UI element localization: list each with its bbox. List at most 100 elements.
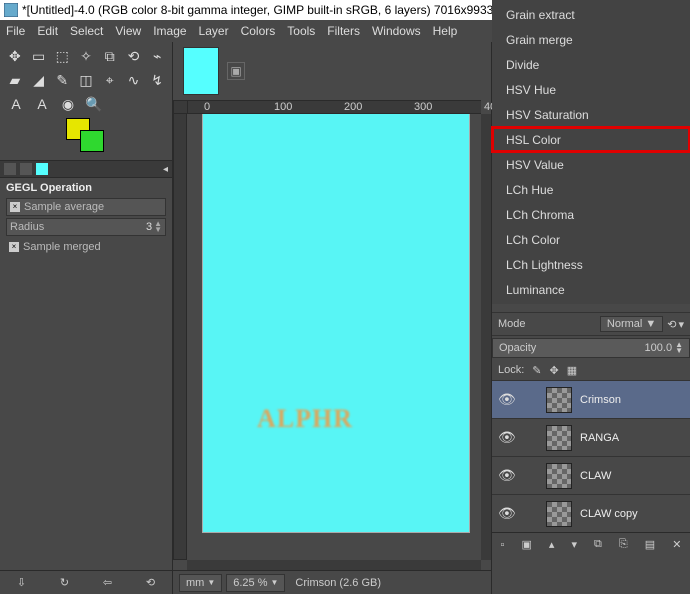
- new-group-icon[interactable]: ▣: [521, 538, 531, 551]
- free-select-icon[interactable]: ⬚: [53, 46, 71, 66]
- menu-tools[interactable]: Tools: [287, 24, 315, 38]
- mode-lch-hue[interactable]: LCh Hue: [492, 177, 690, 202]
- left-dock: ✥ ▭ ⬚ ✧ ⧉ ⟲ ⌁ ▰ ◢ ✎ ◫ ⌖ ∿ ↯ A A ◉ 🔍: [0, 42, 172, 594]
- menu-select[interactable]: Select: [70, 24, 103, 38]
- radius-input[interactable]: Radius 3 ▲▼: [6, 218, 166, 236]
- delete-preset-icon[interactable]: ⇦: [103, 576, 112, 589]
- vertical-scrollbar[interactable]: [481, 114, 491, 560]
- dock-tabs: ◂: [0, 160, 172, 178]
- layer-mode-selector[interactable]: Normal ▼: [600, 316, 663, 332]
- horizontal-scrollbar[interactable]: [187, 560, 481, 570]
- eraser-icon[interactable]: ◫: [77, 70, 95, 90]
- dock-menu-icon[interactable]: ◂: [163, 164, 168, 175]
- menu-filters[interactable]: Filters: [327, 24, 360, 38]
- pencil-icon[interactable]: ✎: [53, 70, 71, 90]
- canvas[interactable]: ALPHR: [203, 114, 469, 532]
- menu-edit[interactable]: Edit: [37, 24, 58, 38]
- mode-hsv-hue[interactable]: HSV Hue: [492, 77, 690, 102]
- mode-divide[interactable]: Divide: [492, 52, 690, 77]
- new-layer-icon[interactable]: ▫: [501, 539, 505, 551]
- raise-layer-icon[interactable]: ▴: [549, 538, 555, 551]
- layer-row[interactable]: 👁 CLAW copy: [492, 494, 690, 532]
- mode-luminance[interactable]: Luminance: [492, 277, 690, 302]
- warp-icon[interactable]: ⌁: [148, 46, 166, 66]
- image-thumbnail[interactable]: [183, 47, 219, 95]
- mode-lch-chroma[interactable]: LCh Chroma: [492, 202, 690, 227]
- layer-thumbnail[interactable]: [546, 501, 572, 527]
- rect-select-icon[interactable]: ▭: [30, 46, 48, 66]
- layer-name[interactable]: Crimson: [580, 394, 621, 406]
- merge-layer-icon[interactable]: ⎘: [619, 538, 628, 551]
- layer-name[interactable]: RANGA: [580, 432, 619, 444]
- background-color[interactable]: [80, 130, 104, 152]
- opacity-slider[interactable]: Opacity 100.0 ▲▼: [492, 338, 690, 358]
- zoom-icon[interactable]: 🔍: [84, 94, 104, 114]
- menu-image[interactable]: Image: [153, 24, 186, 38]
- visibility-icon[interactable]: 👁: [498, 505, 514, 522]
- reset-preset-icon[interactable]: ⟲: [146, 576, 155, 589]
- layer-row[interactable]: 👁 Crimson: [492, 380, 690, 418]
- gradient-icon[interactable]: ◢: [30, 70, 48, 90]
- visibility-icon[interactable]: 👁: [498, 429, 514, 446]
- spinner-icon[interactable]: ▲▼: [154, 221, 162, 233]
- mode-grain-merge[interactable]: Grain merge: [492, 27, 690, 52]
- menu-help[interactable]: Help: [433, 24, 458, 38]
- lock-alpha-icon[interactable]: ▦: [567, 364, 577, 377]
- spinner-icon[interactable]: ▲▼: [675, 342, 683, 354]
- chevron-down-icon: ▼: [271, 578, 279, 587]
- lock-pixels-icon[interactable]: ✎: [532, 364, 541, 377]
- path-icon[interactable]: ↯: [148, 70, 166, 90]
- menu-view[interactable]: View: [115, 24, 141, 38]
- mode-reset-icon[interactable]: ⟲: [667, 318, 676, 331]
- lower-layer-icon[interactable]: ▾: [571, 538, 577, 551]
- mode-hsv-saturation[interactable]: HSV Saturation: [492, 102, 690, 127]
- duplicate-layer-icon[interactable]: ⧉: [594, 538, 602, 551]
- image-tab-icon[interactable]: [36, 163, 48, 175]
- lock-position-icon[interactable]: ✥: [550, 364, 559, 377]
- layer-row[interactable]: 👁 RANGA: [492, 418, 690, 456]
- layer-row[interactable]: 👁 CLAW: [492, 456, 690, 494]
- ruler-horizontal[interactable]: 0 100 200 300 400: [187, 100, 481, 114]
- magic-wand-icon[interactable]: ✧: [77, 46, 95, 66]
- layer-thumbnail[interactable]: [546, 463, 572, 489]
- restore-preset-icon[interactable]: ↻: [60, 576, 69, 589]
- visibility-icon[interactable]: 👁: [498, 467, 514, 484]
- menu-windows[interactable]: Windows: [372, 24, 421, 38]
- layer-thumbnail[interactable]: [546, 425, 572, 451]
- layer-thumbnail[interactable]: [546, 387, 572, 413]
- mode-lch-lightness[interactable]: LCh Lightness: [492, 252, 690, 277]
- delete-layer-icon[interactable]: ✕: [672, 538, 681, 551]
- menu-file[interactable]: File: [6, 24, 25, 38]
- mask-layer-icon[interactable]: ▤: [645, 538, 655, 551]
- layer-name[interactable]: CLAW copy: [580, 508, 638, 520]
- device-tab-icon[interactable]: [20, 163, 32, 175]
- visibility-icon[interactable]: 👁: [498, 391, 514, 408]
- zoom-selector[interactable]: 6.25 %▼: [226, 574, 285, 592]
- sample-average-checkbox[interactable]: × Sample average: [6, 198, 166, 216]
- color-swatches[interactable]: [66, 118, 110, 154]
- smudge-icon[interactable]: ∿: [125, 70, 143, 90]
- unit-selector[interactable]: mm▼: [179, 574, 222, 592]
- mode-hsv-value[interactable]: HSV Value: [492, 152, 690, 177]
- text-alt-icon[interactable]: A: [32, 94, 52, 114]
- mode-hsl-color[interactable]: HSL Color: [492, 127, 690, 152]
- ruler-vertical[interactable]: [173, 114, 187, 560]
- transform-icon[interactable]: ⟲: [125, 46, 143, 66]
- mode-lch-color[interactable]: LCh Color: [492, 227, 690, 252]
- bucket-icon[interactable]: ▰: [6, 70, 24, 90]
- menu-layer[interactable]: Layer: [199, 24, 229, 38]
- clone-icon[interactable]: ⌖: [101, 70, 119, 90]
- move-tool-icon[interactable]: ✥: [6, 46, 24, 66]
- close-image-icon[interactable]: ▣: [227, 62, 245, 80]
- menu-colors[interactable]: Colors: [241, 24, 276, 38]
- chevron-down-icon[interactable]: ▾: [678, 318, 684, 331]
- crop-icon[interactable]: ⧉: [101, 46, 119, 66]
- canvas-area[interactable]: ALPHR: [187, 114, 491, 570]
- tool-options-tab-icon[interactable]: [4, 163, 16, 175]
- sample-merged-checkbox[interactable]: × Sample merged: [6, 238, 166, 256]
- mode-grain-extract[interactable]: Grain extract: [492, 2, 690, 27]
- layer-name[interactable]: CLAW: [580, 470, 611, 482]
- picker-icon[interactable]: ◉: [58, 94, 78, 114]
- save-preset-icon[interactable]: ⇩: [17, 576, 26, 589]
- text-tool-icon[interactable]: A: [6, 94, 26, 114]
